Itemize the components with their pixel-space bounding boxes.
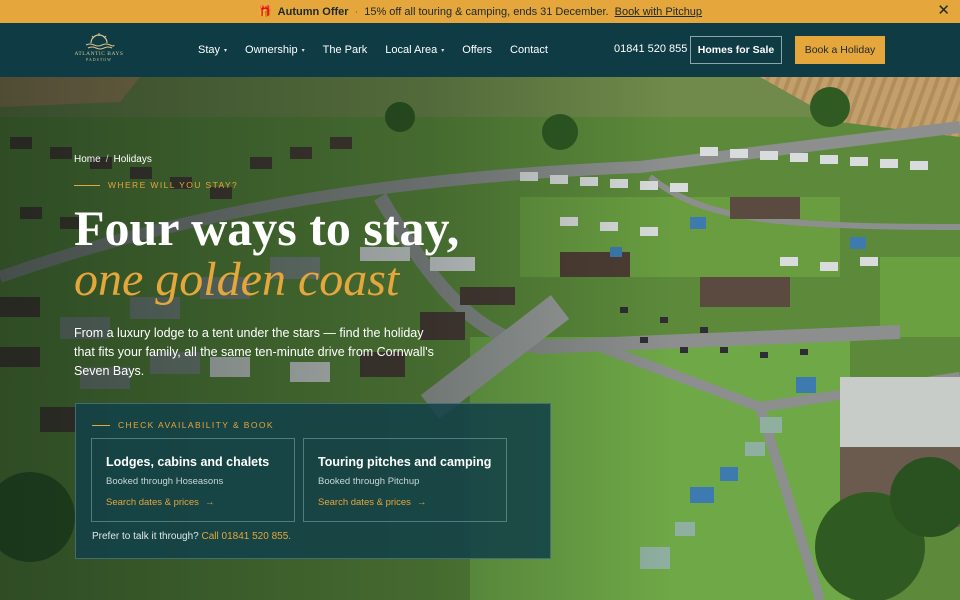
breadcrumb-home[interactable]: Home bbox=[74, 154, 101, 165]
nav-ownership[interactable]: Ownership ▾ bbox=[245, 44, 305, 56]
nav-label: Stay bbox=[198, 44, 221, 56]
option-subtitle: Booked through Pitchup bbox=[318, 476, 420, 487]
logo[interactable]: ATLANTIC BAYS PADSTOW bbox=[74, 32, 124, 68]
touring-option[interactable]: Touring pitches and camping Booked throu… bbox=[303, 438, 507, 522]
hero-lede: From a luxury lodge to a tent under the … bbox=[74, 326, 434, 378]
nav-label: Offers bbox=[462, 44, 493, 56]
hero-heading: Four ways to stay, bbox=[74, 200, 460, 256]
nav-label: Contact bbox=[510, 44, 548, 56]
arrow-right-icon: → bbox=[204, 497, 215, 508]
hero-heading-accent: one golden coast bbox=[74, 253, 400, 306]
breadcrumb-current: Holidays bbox=[113, 154, 152, 165]
booking-eyebrow: CHECK AVAILABILITY & BOOK bbox=[92, 420, 274, 430]
option-link-text: Search dates & prices bbox=[318, 497, 411, 508]
option-subtitle: Booked through Hoseasons bbox=[106, 476, 224, 487]
option-link[interactable]: Search dates & prices → bbox=[106, 497, 214, 508]
chevron-down-icon: ▾ bbox=[441, 47, 445, 54]
close-icon[interactable]: ✕ bbox=[937, 3, 950, 19]
sun-waves-icon bbox=[85, 33, 115, 50]
option-title: Lodges, cabins and chalets bbox=[106, 455, 270, 469]
booking-footer: Prefer to talk it through? Call 01841 52… bbox=[92, 531, 291, 542]
chevron-down-icon: ▾ bbox=[301, 47, 305, 54]
gift-icon: 🎁 bbox=[257, 6, 272, 18]
nav-contact[interactable]: Contact bbox=[510, 44, 548, 56]
book-holiday-button[interactable]: Book a Holiday bbox=[795, 36, 885, 64]
nav-label: Ownership bbox=[245, 44, 298, 56]
promo-title: Autumn Offer bbox=[277, 5, 349, 18]
booking-phone-link[interactable]: Call 01841 520 855. bbox=[202, 531, 292, 542]
promo-separator: · bbox=[354, 5, 359, 18]
option-link-text: Search dates & prices bbox=[106, 497, 199, 508]
site-header: ATLANTIC BAYS PADSTOW Stay ▾ Ownership ▾ T… bbox=[0, 23, 960, 77]
eyebrow-text: WHERE WILL YOU STAY? bbox=[108, 180, 239, 190]
nav-the-park[interactable]: The Park bbox=[323, 44, 368, 56]
promo-link[interactable]: Book with Pitchup bbox=[615, 6, 702, 18]
logo-location: PADSTOW bbox=[86, 57, 112, 62]
breadcrumb: Home / Holidays bbox=[74, 154, 152, 165]
nav-stay[interactable]: Stay ▾ bbox=[198, 44, 227, 56]
nav-offers[interactable]: Offers bbox=[462, 44, 492, 56]
promo-text: 15% off all touring & camping, ends 31 D… bbox=[364, 5, 609, 18]
eyebrow-rule bbox=[74, 184, 100, 186]
nav-label: Local Area bbox=[385, 44, 438, 56]
eyebrow-rule bbox=[92, 424, 110, 426]
header-phone[interactable]: 01841 520 855 bbox=[614, 43, 687, 55]
option-title: Touring pitches and camping bbox=[318, 455, 492, 469]
main-nav: Stay ▾ Ownership ▾ The Park Local Area ▾ Of… bbox=[198, 23, 566, 77]
option-link[interactable]: Search dates & prices → bbox=[318, 497, 426, 508]
arrow-right-icon: → bbox=[416, 497, 427, 508]
booking-eyebrow-text: CHECK AVAILABILITY & BOOK bbox=[118, 420, 274, 430]
breadcrumb-divider: / bbox=[105, 154, 109, 165]
booking-card: CHECK AVAILABILITY & BOOK Lodges, cabins… bbox=[75, 403, 551, 559]
booking-footer-text: Prefer to talk it through? bbox=[92, 531, 199, 542]
hero-eyebrow: WHERE WILL YOU STAY? bbox=[74, 180, 238, 190]
chevron-down-icon: ▾ bbox=[224, 47, 228, 54]
promo-bar: 🎁 Autumn Offer · 15% off all touring & c… bbox=[0, 0, 960, 23]
homes-for-sale-button[interactable]: Homes for Sale bbox=[690, 36, 782, 64]
nav-label: The Park bbox=[322, 44, 368, 56]
nav-local-area[interactable]: Local Area ▾ bbox=[385, 44, 444, 56]
lodges-option[interactable]: Lodges, cabins and chalets Booked throug… bbox=[91, 438, 295, 522]
